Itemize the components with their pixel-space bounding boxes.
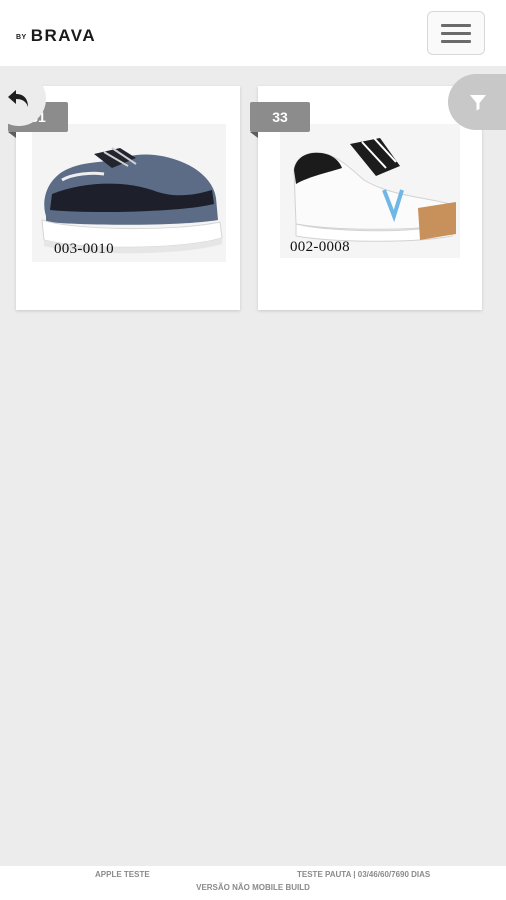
menu-line [441, 39, 471, 43]
footer-user: APPLE TESTE [95, 870, 150, 879]
hamburger-menu-button[interactable] [427, 11, 485, 55]
menu-line [441, 31, 471, 35]
filter-button[interactable] [448, 74, 506, 130]
product-image[interactable]: 003-0010 [32, 124, 226, 262]
menu-line [441, 23, 471, 27]
brand-logo[interactable]: BY BRAVA [16, 22, 96, 44]
product-number-badge: 33 [250, 102, 310, 138]
undo-arrow-icon [8, 90, 28, 107]
product-image[interactable]: 002-0008 [280, 124, 460, 258]
filter-funnel-icon [470, 95, 486, 111]
product-card[interactable]: 31 003-0010 [8, 86, 240, 310]
footer-session-info: TESTE PAUTA | 03/46/60/7690 DIAS [297, 870, 431, 879]
product-code: 002-0008 [290, 239, 350, 255]
app-header: BY BRAVA [0, 0, 506, 66]
sneaker-image [280, 124, 460, 258]
product-card[interactable]: 33 002-0008 [250, 86, 482, 310]
logo-prefix: BY [16, 34, 27, 41]
logo-name: BRAVA [30, 26, 97, 45]
footer-version: VERSÃO NÃO MOBILE BUILD [196, 883, 310, 892]
product-code: 003-0010 [54, 241, 114, 257]
app-footer: APPLE TESTE TESTE PAUTA | 03/46/60/7690 … [0, 866, 506, 900]
